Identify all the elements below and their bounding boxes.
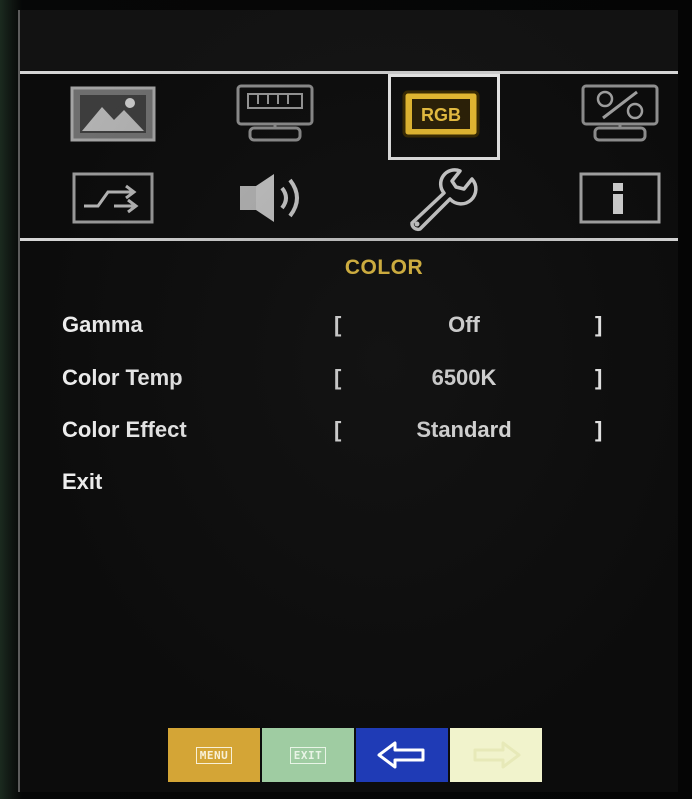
category-icon-row-2 — [20, 160, 678, 240]
color-temp-value: 6500K — [431, 365, 497, 390]
bracket-open: [ — [334, 365, 342, 390]
input-switch-icon[interactable] — [58, 160, 168, 236]
menu-item-exit[interactable]: Exit — [20, 469, 678, 501]
back-key-button[interactable] — [356, 728, 448, 782]
display-percent-icon[interactable] — [565, 76, 675, 152]
category-icon-row-1: RGB — [20, 76, 678, 156]
menu-item-color-effect[interactable]: Color Effect [ Standard ] — [20, 417, 678, 449]
forward-arrow-icon — [473, 741, 521, 769]
hardware-key-bar: MENU EXIT — [168, 728, 542, 782]
audio-speaker-icon[interactable] — [220, 160, 330, 236]
color-effect-value: Standard — [416, 417, 512, 442]
osd-top-strip — [20, 10, 678, 72]
exit-key-label: EXIT — [289, 746, 327, 764]
exit-label: Exit — [62, 469, 103, 494]
monitor-adjust-icon[interactable] — [220, 76, 330, 152]
wrench-setup-icon[interactable] — [386, 160, 496, 236]
color-effect-label: Color Effect — [62, 417, 187, 442]
bracket-close: ] — [595, 312, 603, 337]
exit-key-button[interactable]: EXIT — [262, 728, 354, 782]
bracket-open: [ — [334, 312, 342, 337]
color-temp-label: Color Temp — [62, 365, 183, 390]
divider-top — [20, 71, 678, 74]
menu-title: COLOR — [344, 256, 424, 279]
divider-bottom — [20, 238, 678, 241]
menu-item-gamma[interactable]: Gamma [ Off ] — [20, 312, 678, 344]
menu-key-button[interactable]: MENU — [168, 728, 260, 782]
gamma-label: Gamma — [62, 312, 143, 337]
info-icon[interactable] — [565, 160, 675, 236]
menu-item-color-temp[interactable]: Color Temp [ 6500K ] — [20, 365, 678, 397]
enter-key-button[interactable] — [450, 728, 542, 782]
bracket-close: ] — [595, 365, 603, 390]
selected-category-frame — [388, 74, 500, 160]
bracket-open: [ — [334, 417, 342, 442]
menu-key-label: MENU — [195, 746, 233, 764]
gamma-value: Off — [448, 312, 480, 337]
back-arrow-icon — [377, 741, 425, 769]
picture-icon[interactable] — [58, 76, 168, 152]
bracket-close: ] — [595, 417, 603, 442]
osd-menu: RGB COLOR Gamma [Off] Color Temp [650… — [18, 10, 678, 792]
